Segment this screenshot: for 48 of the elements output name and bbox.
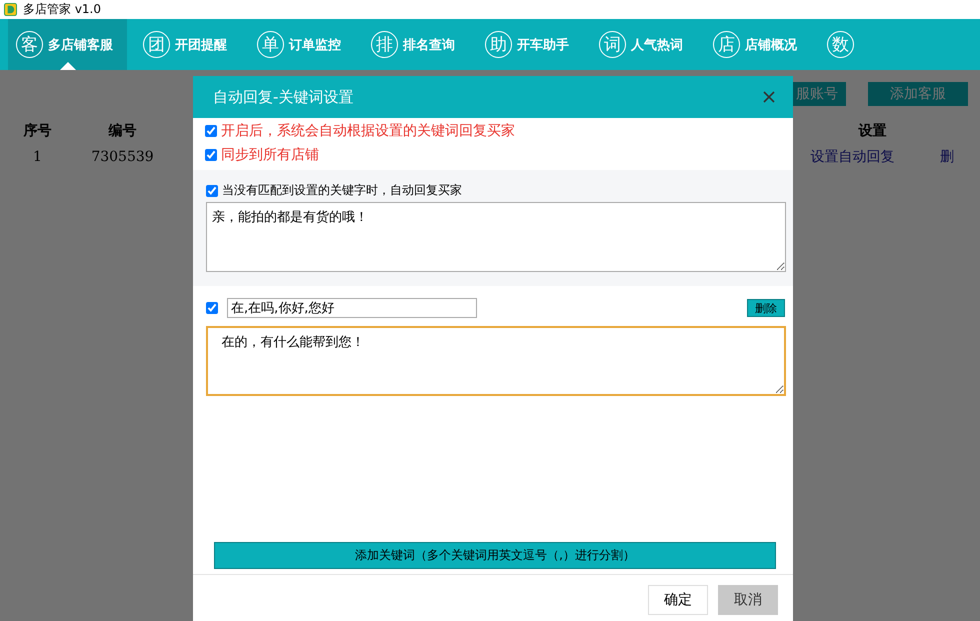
option-label: 开启后，系统会自动根据设置的关键词回复买家 [221,122,515,140]
toolbar-button[interactable]: 添加客服 [868,82,968,106]
nav-icon: 助 [485,31,512,58]
option-label: 同步到所有店铺 [221,146,319,164]
column-header: 编号 [107,122,138,140]
add-keyword-button[interactable]: 添加关键词（多个关键词用英文逗号（,）进行分割） [214,542,776,569]
reply-textarea[interactable]: 在的，有什么能帮到您！ [206,326,786,396]
confirm-button[interactable]: 确定 [648,585,708,615]
nav-icon: 数 [827,31,854,58]
keyword-field[interactable]: 在,在吗,你好,您好 [227,298,477,318]
dialog-title: 自动回复-关键词设置 [213,88,354,106]
delete-button[interactable]: 删除 [747,299,785,317]
checkbox[interactable] [205,125,217,137]
close-icon[interactable] [763,91,775,103]
nav-tab[interactable]: 单 订单监控 [249,19,355,70]
nav-icon: 客 [16,31,43,58]
nav-tab[interactable]: 助 开车助手 [477,19,583,70]
nav-label: 开团提醒 [175,36,227,54]
nav-tab[interactable]: 客 多店铺客服 [8,19,127,70]
app-logo-icon [4,3,17,16]
checkbox[interactable] [206,184,218,196]
table-link[interactable]: 删 [940,148,980,166]
table-cell-text: 7305539 [90,149,155,165]
nav-tab[interactable]: 数 [819,19,868,70]
nav-label: 店铺概况 [745,36,797,54]
nav-tab[interactable]: 团 开团提醒 [135,19,241,70]
checkbox[interactable] [205,149,217,161]
nav-tab[interactable]: 词 人气热词 [591,19,697,70]
nav-label: 人气热词 [631,36,683,54]
nav-label: 订单监控 [289,36,341,54]
nav-icon: 词 [599,31,626,58]
nav-icon: 排 [371,31,398,58]
checkbox[interactable] [206,302,218,314]
column-header: 设置 [857,122,888,140]
column-header: 序号 [22,122,52,140]
nav-tab[interactable]: 店 店铺概况 [705,19,811,70]
nav-icon: 店 [713,31,740,58]
reply-textarea[interactable]: 亲，能拍的都是有货的哦！ [206,202,786,272]
nav-tab[interactable]: 排 排名查询 [363,19,469,70]
table-cell-text: 1 [32,149,43,165]
nav-icon: 团 [143,31,170,58]
nav-label: 开车助手 [517,36,569,54]
cancel-button[interactable]: 取消 [718,585,778,615]
nav-icon: 单 [257,31,284,58]
option-label: 当没有匹配到设置的关键字时，自动回复买家 [222,182,462,199]
nav-label: 多店铺客服 [48,36,113,54]
nav-label: 排名查询 [403,36,455,54]
window-title: 多店管家 v1.0 [23,1,101,18]
